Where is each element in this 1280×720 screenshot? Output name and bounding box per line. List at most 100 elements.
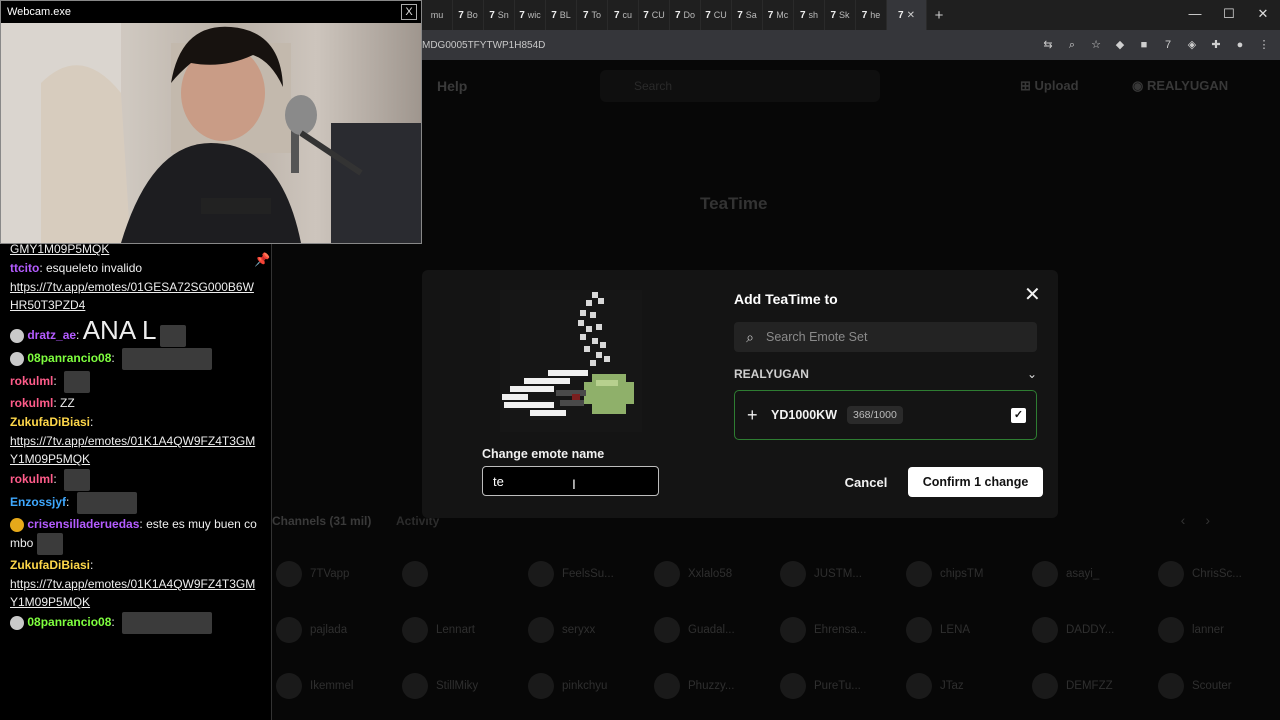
browser-tab[interactable]: 7 CU: [701, 0, 732, 30]
upload-button[interactable]: ⊞ Upload: [1020, 78, 1079, 94]
emote-set-search[interactable]: ⌕: [734, 322, 1037, 352]
tab-channels[interactable]: Channels (31 mil): [272, 514, 371, 528]
browser-tab[interactable]: mu: [422, 0, 453, 30]
browser-tab[interactable]: 7 wic: [515, 0, 546, 30]
prev-page-icon[interactable]: ‹: [1181, 512, 1206, 528]
emote-set-row[interactable]: + YD1000KW 368/1000 ✓: [734, 390, 1037, 440]
webcam-close-button[interactable]: X: [401, 4, 417, 20]
chat-message: https://7tv.app/emotes/01GESA72SG000B6WH…: [10, 278, 261, 314]
channel-item[interactable]: 7TVapp: [272, 560, 398, 588]
channel-item[interactable]: LENA: [902, 616, 1028, 644]
pin-icon[interactable]: 📌: [254, 252, 270, 268]
channel-item[interactable]: DEMFZZ: [1028, 672, 1154, 700]
chat-username[interactable]: ZukufaDiBiasi: [10, 558, 90, 572]
emote-name-input[interactable]: [482, 466, 659, 496]
chat-username[interactable]: rokulml: [10, 472, 53, 486]
chat-username[interactable]: dratz_ae: [27, 328, 76, 342]
channel-item[interactable]: DADDY...: [1028, 616, 1154, 644]
channel-avatar: [906, 617, 932, 643]
site-search[interactable]: Search: [600, 70, 880, 102]
browser-tab[interactable]: 7 he: [856, 0, 887, 30]
browser-tab[interactable]: 7 Sk: [825, 0, 856, 30]
close-tab-icon[interactable]: ✕: [907, 10, 915, 21]
chat-username[interactable]: 08panrancio08: [27, 351, 111, 365]
profile-avatar-icon[interactable]: ●: [1232, 37, 1248, 53]
channel-item[interactable]: JUSTM...: [776, 560, 902, 588]
browser-tab[interactable]: 7 To: [577, 0, 608, 30]
browser-menu-icon[interactable]: ⋮: [1256, 37, 1272, 53]
7tv-icon: 7: [643, 9, 649, 21]
help-link[interactable]: Help: [437, 78, 467, 94]
bookmark-star-icon[interactable]: ☆: [1088, 37, 1104, 53]
chat-username[interactable]: ttcito: [10, 261, 39, 275]
channel-avatar: [1032, 561, 1058, 587]
browser-tab[interactable]: 7 cu: [608, 0, 639, 30]
chat-link[interactable]: https://7tv.app/emotes/01K1A4QW9FZ4T3GMY…: [10, 577, 255, 609]
browser-tab[interactable]: 7 Bo: [453, 0, 484, 30]
channel-name: FeelsSu...: [562, 568, 614, 580]
browser-tab[interactable]: 7 BL: [546, 0, 577, 30]
browser-tab[interactable]: 7 Do: [670, 0, 701, 30]
browser-tab[interactable]: 7 CU: [639, 0, 670, 30]
channel-item[interactable]: FeelsSu...: [524, 560, 650, 588]
channel-item[interactable]: Guadal...: [650, 616, 776, 644]
browser-tab[interactable]: 7 sh: [794, 0, 825, 30]
active-tab[interactable]: 7 ✕: [887, 0, 927, 30]
channel-item[interactable]: [398, 560, 524, 588]
chat-username[interactable]: crisensilladeruedas: [27, 517, 139, 531]
channel-item[interactable]: PureTu...: [776, 672, 902, 700]
translate-icon[interactable]: ⇆: [1040, 37, 1056, 53]
zoom-icon[interactable]: ⌕: [1064, 37, 1080, 53]
channel-item[interactable]: seryxx: [524, 616, 650, 644]
channel-item[interactable]: ChrisSc...: [1154, 560, 1280, 588]
new-tab-button[interactable]: +: [927, 7, 951, 24]
channel-item[interactable]: Ehrensa...: [776, 616, 902, 644]
channel-item[interactable]: Scouter: [1154, 672, 1280, 700]
7tv-extension-icon[interactable]: 7: [1160, 37, 1176, 53]
channel-item[interactable]: pajlada: [272, 616, 398, 644]
username: REALYUGAN: [1146, 78, 1229, 93]
next-page-icon[interactable]: ›: [1205, 512, 1230, 528]
extension-icon[interactable]: ◆: [1112, 37, 1128, 53]
url-field[interactable]: MDG0005TFYTWP1H854D: [422, 40, 1040, 51]
cancel-button[interactable]: Cancel: [834, 468, 898, 496]
emote-set-checkbox[interactable]: ✓: [1011, 407, 1026, 423]
channel-item[interactable]: Ikemmel: [272, 672, 398, 700]
channel-item[interactable]: lanner: [1154, 616, 1280, 644]
channel-item[interactable]: Xxlalo58: [650, 560, 776, 588]
chat-link[interactable]: GMY1M09P5MQK: [10, 242, 109, 256]
chat-username[interactable]: ZukufaDiBiasi: [10, 415, 90, 429]
browser-tab[interactable]: 7 Sa: [732, 0, 763, 30]
chat-username[interactable]: rokulml: [10, 374, 53, 388]
channel-item[interactable]: Lennart: [398, 616, 524, 644]
channel-item[interactable]: asayi_: [1028, 560, 1154, 588]
tab-label: cu: [622, 10, 633, 20]
emote-set-search-input[interactable]: [766, 323, 1037, 351]
channel-item[interactable]: StillMiky: [398, 672, 524, 700]
channel-item[interactable]: Phuzzy...: [650, 672, 776, 700]
user-menu[interactable]: ◉ REALYUGAN: [1132, 78, 1228, 94]
minimize-button[interactable]: —: [1178, 0, 1212, 30]
channel-item[interactable]: JTaz: [902, 672, 1028, 700]
extension-icon[interactable]: ◈: [1184, 37, 1200, 53]
close-window-button[interactable]: ✕: [1246, 0, 1280, 30]
close-icon[interactable]: ✕: [1024, 282, 1041, 307]
browser-tab[interactable]: 7 Sn: [484, 0, 515, 30]
browser-tab[interactable]: 7 Mc: [763, 0, 794, 30]
maximize-button[interactable]: ☐: [1212, 0, 1246, 30]
chevron-down-icon[interactable]: ⌄: [1027, 367, 1037, 381]
channel-avatar: [780, 673, 806, 699]
puzzle-icon[interactable]: ✚: [1208, 37, 1224, 53]
chat-link[interactable]: https://7tv.app/emotes/01GESA72SG000B6WH…: [10, 280, 254, 312]
confirm-button[interactable]: Confirm 1 change: [908, 467, 1043, 497]
channel-name: Scouter: [1192, 680, 1232, 692]
channel-item[interactable]: pinkchyu: [524, 672, 650, 700]
emote-set-owner-group[interactable]: REALYUGAN ⌄: [734, 367, 1037, 381]
extension-icon[interactable]: ■: [1136, 37, 1152, 53]
chat-link[interactable]: https://7tv.app/emotes/01K1A4QW9FZ4T3GMY…: [10, 434, 255, 466]
chat-username[interactable]: 08panrancio08: [27, 615, 111, 629]
chat-username[interactable]: rokulml: [10, 396, 53, 410]
chat-message: 08panrancio08:: [10, 347, 261, 370]
chat-username[interactable]: Enzossjyf: [10, 495, 66, 509]
channel-item[interactable]: chipsTM: [902, 560, 1028, 588]
